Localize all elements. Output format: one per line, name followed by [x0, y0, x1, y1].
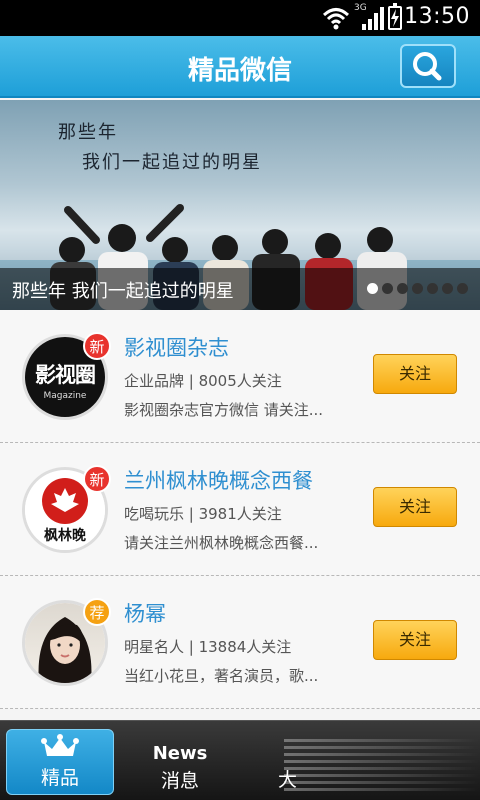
carousel-dot[interactable] — [427, 283, 438, 294]
maple-leaf-logo — [42, 478, 88, 524]
carousel-indicator — [367, 283, 468, 294]
search-button[interactable] — [400, 44, 456, 88]
status-bar: 3G 13:50 — [0, 0, 480, 36]
nav-item-featured[interactable]: 精品 — [6, 729, 114, 795]
battery-charging-icon — [388, 3, 402, 30]
account-meta: 吃喝玩乐 | 3981人关注 — [124, 505, 282, 523]
carousel-dot[interactable] — [382, 283, 393, 294]
nav-item-label: 消息 — [160, 770, 199, 792]
banner-slogan-line1: 那些年 — [58, 122, 118, 143]
screen: 3G 13:50 精品微信 那些年 我们一起追过的明星 那些年 我们一起追过的明… — [0, 0, 480, 800]
nav-item-label: 精品 — [40, 767, 79, 789]
avatar-subtext: Magazine — [43, 391, 87, 401]
follow-button[interactable]: 关注 — [373, 487, 457, 527]
crown-icon — [41, 734, 79, 756]
follow-button[interactable]: 关注 — [373, 354, 457, 394]
account-name[interactable]: 杨幂 — [124, 598, 166, 628]
search-icon — [413, 52, 442, 81]
account-description: 影视圈杂志官方微信 请关注... — [124, 401, 324, 419]
account-meta: 企业品牌 | 8005人关注 — [124, 372, 282, 390]
account-description: 当红小花旦，著名演员，歌... — [124, 667, 319, 685]
wifi-icon — [322, 8, 350, 30]
carousel-dot[interactable] — [397, 283, 408, 294]
list-item[interactable]: 影视圈 Magazine 新 影视圈杂志 企业品牌 | 8005人关注 影视圈杂… — [0, 310, 480, 443]
recommend-badge: 荐 — [83, 598, 111, 626]
signal-icon — [362, 7, 384, 30]
banner-caption: 那些年 我们一起追过的明星 — [12, 281, 234, 302]
account-list: 影视圈 Magazine 新 影视圈杂志 企业品牌 | 8005人关注 影视圈杂… — [0, 310, 480, 709]
account-name[interactable]: 影视圈杂志 — [124, 332, 229, 362]
new-badge: 新 — [83, 465, 111, 493]
account-name[interactable]: 兰州枫林晚概念西餐 — [124, 465, 313, 495]
carousel-dot[interactable] — [412, 283, 423, 294]
new-badge: 新 — [83, 332, 111, 360]
carousel-dot[interactable] — [367, 283, 378, 294]
list-item[interactable]: 枫林晚 新 兰州枫林晚概念西餐 吃喝玩乐 | 3981人关注 请关注兰州枫林晚概… — [0, 443, 480, 576]
news-icon: News — [152, 743, 208, 764]
list-item[interactable]: 荐 杨幂 明星名人 | 13884人关注 当红小花旦，著名演员，歌... 关注 — [0, 576, 480, 709]
account-meta: 明星名人 | 13884人关注 — [124, 638, 292, 656]
status-time: 13:50 — [404, 4, 470, 29]
banner-slogan-line2: 我们一起追过的明星 — [82, 152, 262, 173]
bottom-nav: 精品 News 消息 大 — [0, 720, 480, 800]
banner-caption-bar: 那些年 我们一起追过的明星 — [0, 268, 480, 310]
nav-item-label: 大 — [278, 769, 298, 791]
account-description: 请关注兰州枫林晚概念西餐... — [124, 534, 319, 552]
avatar-text: 枫林晚 — [44, 528, 86, 544]
nav-item-third[interactable]: 大 — [270, 721, 480, 800]
app-header: 精品微信 — [0, 36, 480, 98]
carousel-dot[interactable] — [442, 283, 453, 294]
carousel-dot[interactable] — [457, 283, 468, 294]
transition-overlay — [284, 739, 480, 795]
nav-item-messages[interactable]: News 消息 — [140, 721, 220, 800]
follow-button[interactable]: 关注 — [373, 620, 457, 660]
banner-carousel[interactable]: 那些年 我们一起追过的明星 那些年 我们一起追过的明星 — [0, 100, 480, 310]
